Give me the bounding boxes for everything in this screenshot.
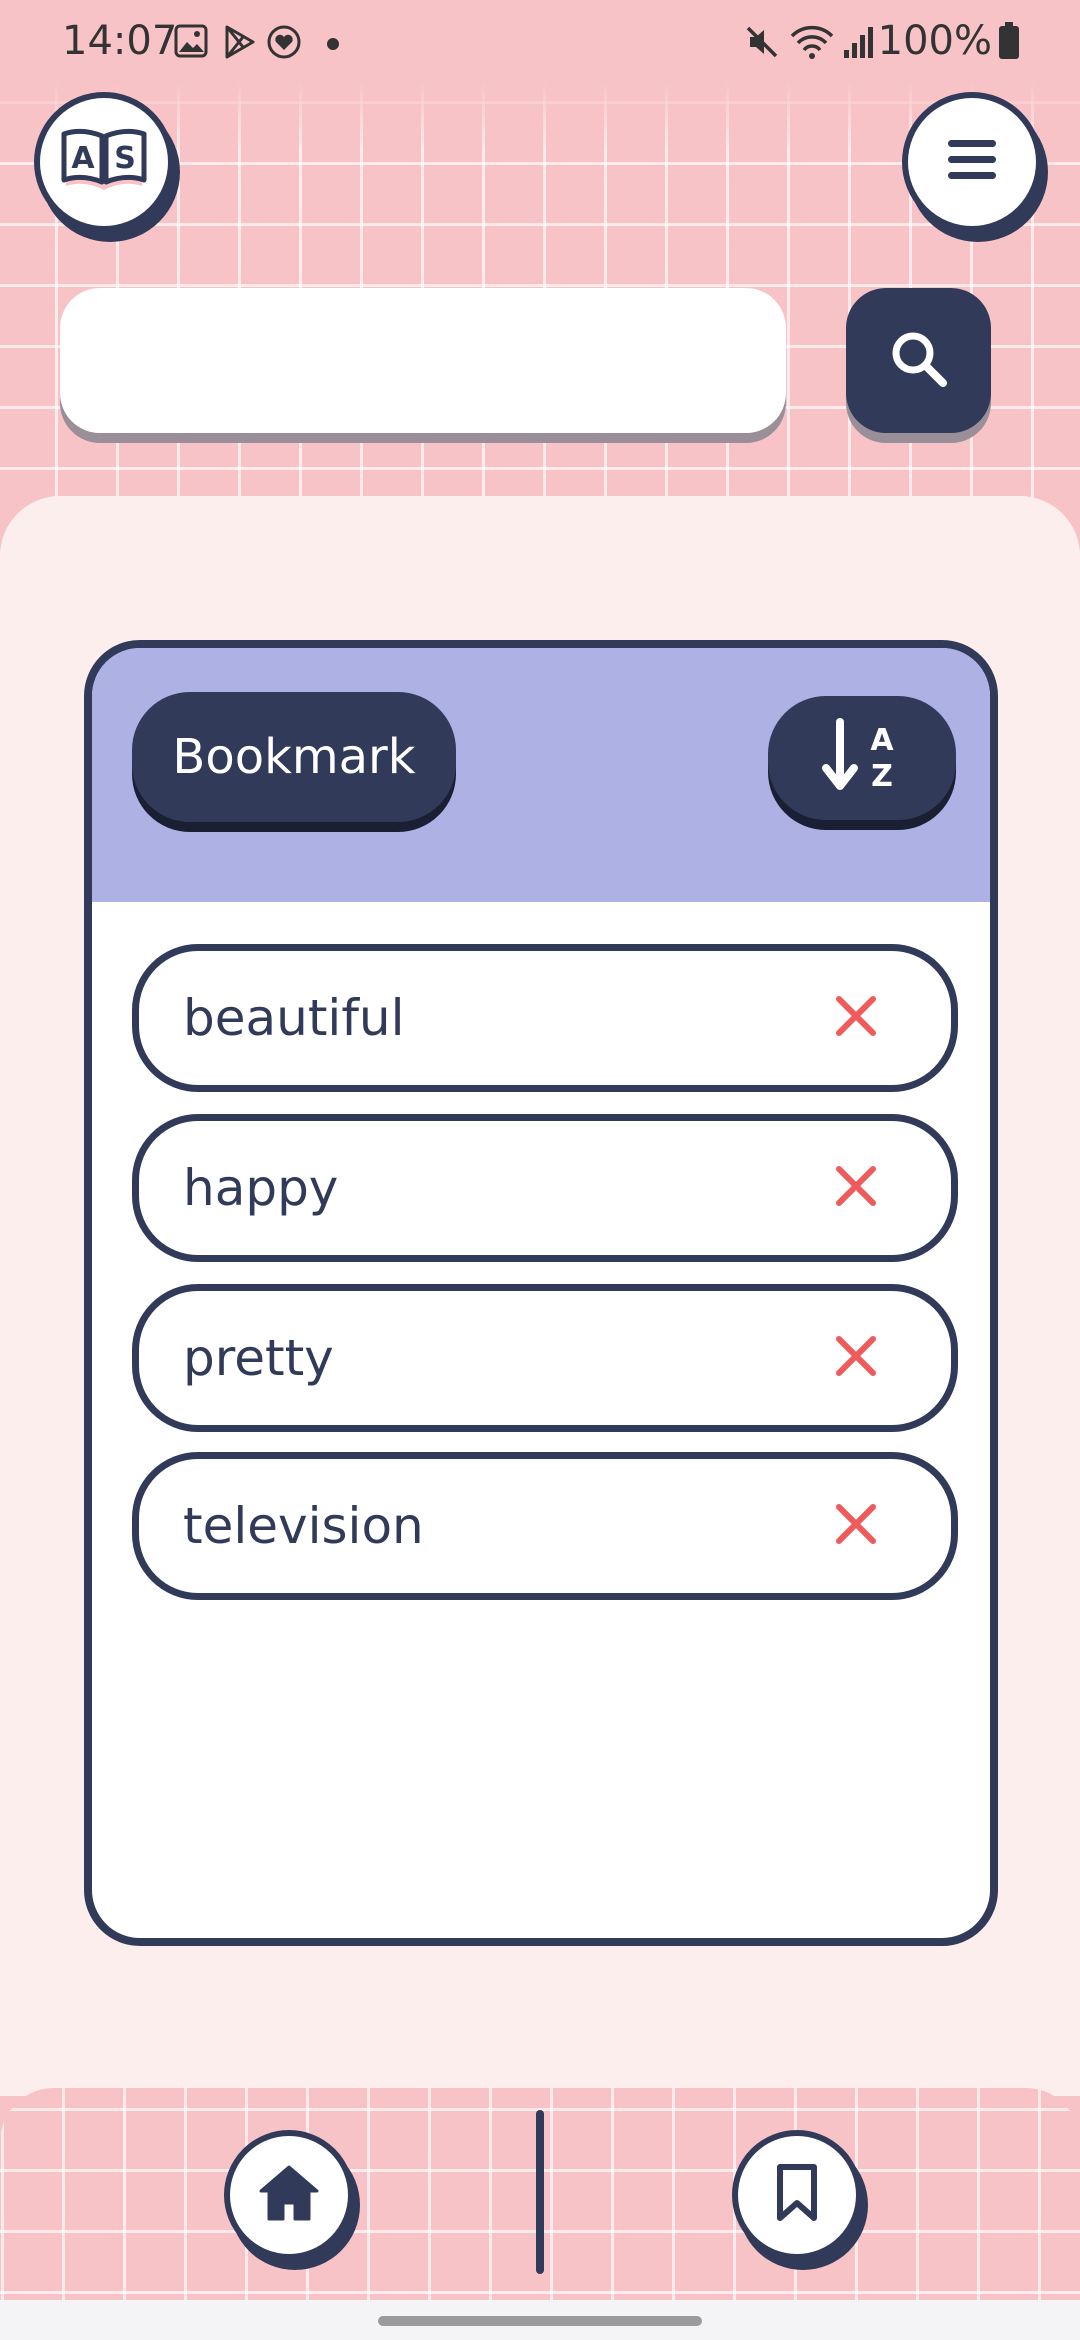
heart-badge-icon (266, 24, 302, 64)
bookmark-icon (775, 2163, 819, 2227)
mute-icon (744, 24, 780, 64)
close-icon (834, 1502, 878, 1550)
search-icon (887, 327, 951, 395)
search-input[interactable] (60, 288, 786, 433)
signal-icon (842, 24, 876, 64)
gesture-area (0, 2300, 1080, 2340)
search-field[interactable] (60, 288, 786, 433)
nav-divider (536, 2110, 544, 2274)
home-icon (257, 2163, 321, 2227)
open-book-as-icon: A S (58, 120, 150, 204)
sort-letter-a: A (870, 723, 894, 758)
sort-alpha-down-icon: A Z (820, 718, 904, 798)
bookmark-item[interactable]: happy (132, 1114, 958, 1262)
status-time: 14:07 (62, 18, 178, 64)
gallery-icon (174, 24, 208, 62)
status-bar: 14:07 100% (0, 0, 1080, 86)
logo-letter-a: A (71, 141, 95, 176)
battery-percentage: 100% (877, 18, 992, 64)
hamburger-icon (946, 138, 998, 186)
battery-icon (998, 22, 1020, 64)
logo-letter-s: S (114, 141, 136, 176)
close-icon (834, 1164, 878, 1212)
dot-icon (326, 36, 340, 55)
bookmark-card: Bookmark A Z beautiful happy pretty tele… (84, 640, 998, 1946)
remove-bookmark-button[interactable] (829, 1161, 883, 1215)
app-logo-button[interactable]: A S (34, 92, 174, 232)
remove-bookmark-button[interactable] (829, 1499, 883, 1553)
close-icon (834, 1334, 878, 1382)
home-button[interactable] (224, 2130, 354, 2260)
bookmark-item[interactable]: television (132, 1452, 958, 1600)
close-icon (834, 994, 878, 1042)
bookmark-word: beautiful (183, 989, 405, 1047)
sort-button[interactable]: A Z (768, 696, 956, 820)
bottom-nav (0, 2088, 1080, 2308)
gesture-bar[interactable] (378, 2316, 702, 2326)
remove-bookmark-button[interactable] (829, 1331, 883, 1385)
bookmark-word: happy (183, 1159, 339, 1217)
bookmarks-button[interactable] (732, 2130, 862, 2260)
play-store-icon (222, 24, 258, 64)
bookmark-item[interactable]: pretty (132, 1284, 958, 1432)
remove-bookmark-button[interactable] (829, 991, 883, 1045)
sort-letter-z: Z (871, 759, 893, 794)
wifi-icon (790, 24, 834, 64)
bookmark-item[interactable]: beautiful (132, 944, 958, 1092)
bookmark-title: Bookmark (172, 729, 416, 785)
bookmark-title-button[interactable]: Bookmark (132, 692, 456, 822)
menu-button[interactable] (902, 92, 1042, 232)
bookmark-card-header: Bookmark A Z (92, 648, 990, 902)
search-button[interactable] (846, 288, 991, 433)
bookmark-word: television (183, 1497, 424, 1555)
bookmark-word: pretty (183, 1329, 334, 1387)
